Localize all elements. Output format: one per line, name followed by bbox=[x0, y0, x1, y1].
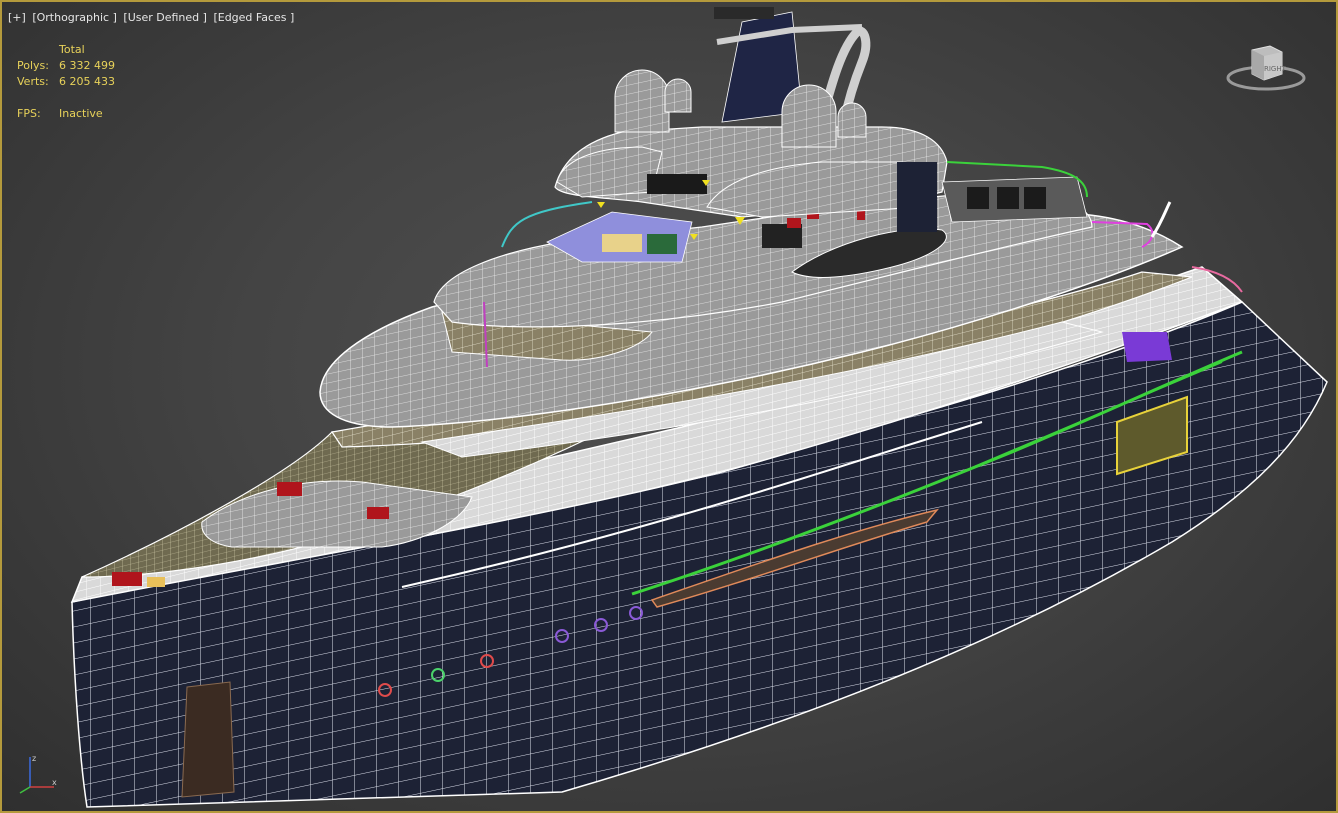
axis-x-label: x bbox=[52, 778, 57, 787]
polys-label: Polys: bbox=[17, 59, 49, 72]
verts-label: Verts: bbox=[17, 75, 49, 88]
viewport-plus-menu[interactable]: [+] bbox=[8, 11, 26, 24]
viewcube-face-label: RIGHT bbox=[1264, 65, 1287, 73]
yacht-wireframe-model[interactable] bbox=[2, 2, 1338, 813]
viewcube-navigator[interactable]: RIGHT bbox=[1226, 40, 1306, 95]
viewport-view-menu[interactable]: [Orthographic ] bbox=[32, 11, 117, 24]
axis-z-label: z bbox=[32, 754, 36, 763]
scene-statistics: Total Polys: 6 332 499 Verts: 6 205 433 FP… bbox=[17, 42, 115, 122]
perspective-viewport[interactable]: [+] [Orthographic ] [User Defined ] [Edg… bbox=[0, 0, 1338, 813]
verts-value: 6 205 433 bbox=[59, 75, 115, 88]
axis-tripod-icon: z x bbox=[19, 754, 57, 794]
viewport-label-menu: [+] [Orthographic ] [User Defined ] [Edg… bbox=[8, 11, 297, 24]
fps-label: FPS: bbox=[17, 107, 41, 120]
viewport-shading-menu[interactable]: [User Defined ] bbox=[123, 11, 207, 24]
polys-value: 6 332 499 bbox=[59, 59, 115, 72]
stats-header: Total bbox=[59, 43, 85, 56]
fps-value: Inactive bbox=[59, 107, 103, 120]
viewport-edged-faces-menu[interactable]: [Edged Faces ] bbox=[213, 11, 294, 24]
